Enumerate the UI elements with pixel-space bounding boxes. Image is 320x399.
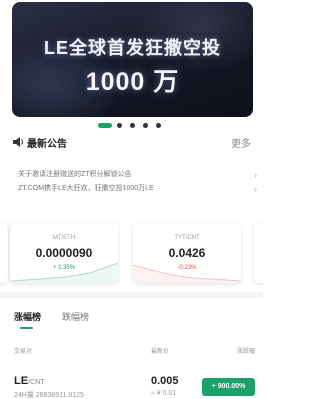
chevron-right-icon: › [254, 184, 257, 194]
tab-losers[interactable]: 跌幅榜 [62, 310, 89, 323]
announcement-item[interactable]: ZT.COM携手LE大狂欢，狂撒空投1000万LE › [18, 182, 257, 196]
ticker-card[interactable]: MT/ETH 0.0000090 + 1.35% [10, 223, 118, 283]
promo-banner[interactable]: LE全球首发狂撒空投 1000 万 [12, 2, 253, 117]
chevron-right-icon: › [254, 170, 257, 180]
section-divider [0, 292, 263, 298]
carousel-dot[interactable] [130, 123, 135, 128]
announcement-item[interactable]: 关于邀请注册赠送的ZT积分解锁公告 › [18, 168, 257, 182]
carousel-indicator [0, 123, 263, 129]
column-change: 涨跌幅 [236, 349, 255, 355]
market-row[interactable]: LE/CNT 24H量 26838911.9125 0.005 ≈ ¥ 0.01… [14, 375, 255, 399]
ticker-price: 0.0426 [168, 246, 206, 260]
announcement-text: ZT.COM携手LE大狂欢，狂撒空投1000万LE [18, 185, 154, 192]
ticker-pair: MT/ETH [52, 235, 76, 241]
ticker-card-partial[interactable] [254, 223, 263, 283]
speaker-icon [13, 137, 23, 147]
coin-quote: /CNT [28, 379, 45, 386]
carousel-dot[interactable] [117, 123, 122, 128]
active-tab-indicator [20, 327, 33, 329]
tab-gainers[interactable]: 涨幅榜 [14, 310, 41, 323]
ticker-change: -0.23% [177, 265, 197, 271]
ticker-pair: TYT/CNT [174, 235, 200, 241]
carousel-dot[interactable] [143, 123, 148, 128]
coin-pair: LE/CNT [14, 375, 44, 387]
announcement-header: 最新公告 更多 [12, 135, 251, 150]
column-latest-price: 最新价 [151, 349, 170, 355]
market-column-header: 交易对 最新价 涨跌幅 [14, 346, 255, 356]
ticker-cards: MT/ETH 0.0000090 + 1.35% TYT/CNT 0.0426 … [0, 223, 263, 285]
announcement-list: 关于邀请注册赠送的ZT积分解锁公告 › ZT.COM携手LE大狂欢，狂撒空投10… [18, 168, 257, 196]
coin-price: 0.005 [151, 375, 179, 387]
announcement-title: 最新公告 [27, 139, 67, 150]
ticker-card-partial[interactable] [0, 223, 8, 283]
carousel-dot[interactable] [156, 123, 161, 128]
coin-base: LE [14, 375, 29, 387]
ticker-change: + 1.35% [52, 265, 76, 271]
ticker-price: 0.0000090 [35, 246, 93, 260]
carousel-dot-active[interactable] [98, 123, 112, 128]
banner-headline: LE全球首发狂撒空投 [43, 38, 221, 58]
announcement-text: 关于邀请注册赠送的ZT积分解锁公告 [18, 171, 132, 178]
ticker-card[interactable]: TYT/CNT 0.0426 -0.23% [133, 223, 241, 283]
banner-amount: 1000 万 [85, 68, 180, 96]
coin-volume: 24H量 26838911.9125 [14, 392, 84, 399]
more-link[interactable]: 更多 [231, 135, 251, 150]
column-pair: 交易对 [14, 349, 33, 355]
change-badge[interactable]: + 900.00% [202, 378, 255, 396]
app-root: LE全球首发狂撒空投 1000 万 最新公告 更多 关于邀请注册赠送的ZT积分解… [0, 0, 263, 399]
coin-price-cny: ≈ ¥ 0.01 [151, 390, 177, 397]
